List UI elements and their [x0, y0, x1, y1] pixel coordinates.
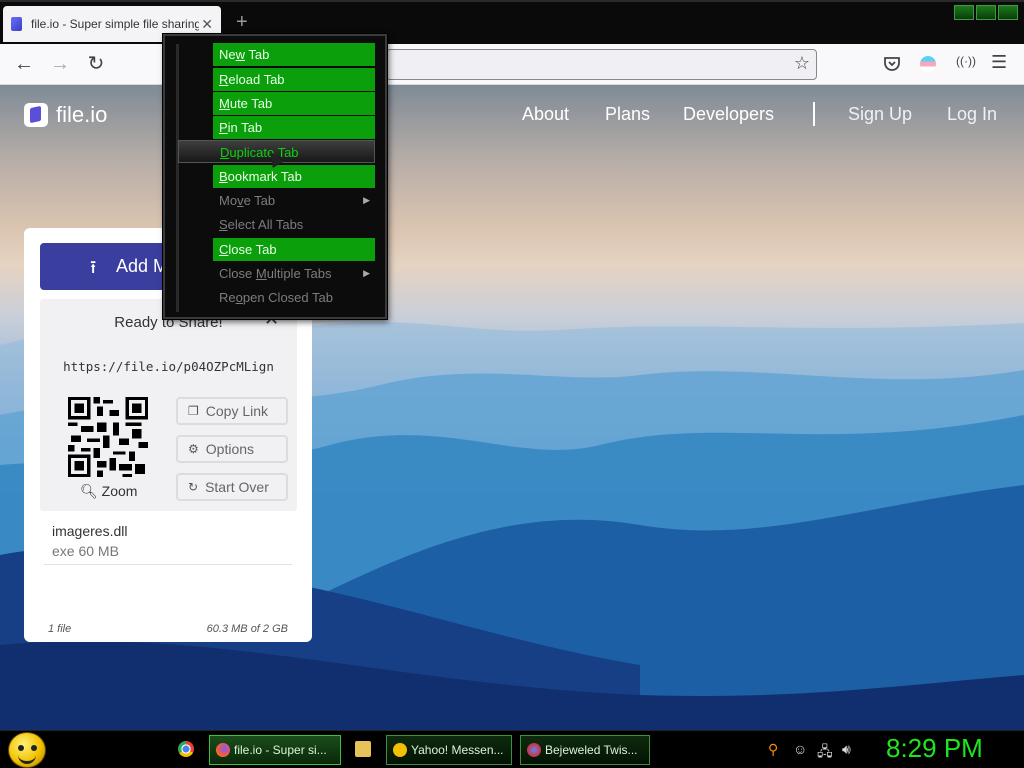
nav-plans[interactable]: Plans: [605, 104, 650, 125]
back-button[interactable]: ←: [12, 52, 36, 76]
site-header: file.io About Plans Developers Sign Up L…: [0, 85, 1024, 143]
menu-item-label: Move Tab: [219, 193, 276, 208]
screen: file.io - Super simple file sharing ✕ + …: [0, 0, 1024, 768]
nav-separator: [813, 102, 815, 126]
bookmark-star-icon[interactable]: ☆: [794, 53, 810, 74]
options-label: Options: [205, 441, 255, 457]
share-link[interactable]: https://file.io/p04OZPcMLign: [40, 359, 297, 374]
add-files-label: Add M: [116, 256, 169, 276]
menu-item-close-tab[interactable]: Close Tab: [213, 238, 375, 261]
file-io-favicon-icon: [11, 17, 22, 31]
nav-toolbar: ← → ↻ ☆ ((·)) ☰: [0, 44, 1024, 85]
tab-close-icon[interactable]: ✕: [201, 16, 213, 33]
window-controls: [954, 5, 1018, 20]
new-tab-button[interactable]: +: [236, 12, 248, 32]
menu-item-label: Reopen Closed Tab: [219, 290, 333, 305]
menu-item-new-tab[interactable]: New Tab: [213, 43, 375, 66]
folder-icon[interactable]: [355, 741, 371, 757]
copy-icon: ❐: [188, 404, 199, 418]
menu-item-label: Pin Tab: [219, 120, 263, 135]
maximize-button[interactable]: [976, 5, 996, 20]
logo-text: file.io: [56, 102, 108, 127]
menu-item-label: Reload Tab: [219, 72, 285, 87]
submenu-arrow-icon: ▶: [363, 195, 370, 205]
task-bejeweled[interactable]: Bejeweled Twis...: [520, 735, 650, 765]
start-over-button[interactable]: ↻ Start Over: [176, 473, 288, 501]
search-icon[interactable]: ⚲: [768, 741, 778, 758]
network-icon[interactable]: 🖧︎: [817, 741, 833, 765]
forward-button[interactable]: →: [48, 52, 72, 76]
file-name: imageres.dll: [52, 523, 128, 539]
zoom-link[interactable]: 🔍︎ Zoom: [80, 483, 137, 500]
menu-item-label: Duplicate Tab: [220, 145, 299, 160]
menu-item-bookmark-tab[interactable]: Bookmark Tab: [213, 165, 375, 188]
menu-item-label: Mute Tab: [219, 96, 273, 111]
file-io-logo-icon: [24, 103, 48, 127]
site-logo[interactable]: file.io: [24, 102, 107, 128]
menu-item-mute-tab[interactable]: Mute Tab: [213, 92, 375, 115]
task-yahoo-messenger[interactable]: Yahoo! Messen...: [386, 735, 512, 765]
menu-item-label: Close Multiple Tabs: [219, 266, 332, 281]
file-meta: exe 60 MB: [52, 543, 119, 559]
nav-about[interactable]: About: [522, 104, 569, 125]
clock[interactable]: 8:29 PM: [886, 733, 983, 764]
hamburger-menu-icon[interactable]: ☰: [991, 52, 1007, 73]
task-bejeweled-label: Bejeweled Twis...: [545, 743, 638, 757]
task-firefox-label: file.io - Super si...: [234, 743, 327, 757]
menu-item-move-tab: Move Tab ▶: [213, 189, 375, 212]
zoom-label: Zoom: [101, 483, 138, 499]
menu-item-reopen-closed-tab: Reopen Closed Tab: [213, 286, 375, 309]
nav-log-in[interactable]: Log In: [947, 104, 997, 125]
task-firefox[interactable]: file.io - Super si...: [209, 735, 341, 765]
nav-sign-up[interactable]: Sign Up: [848, 104, 912, 125]
tab-strip: file.io - Super simple file sharing ✕ +: [0, 0, 1024, 44]
share-panel: Ready to Share! ✕ https://file.io/p04OZP…: [40, 299, 297, 511]
menu-item-close-multiple-tabs: Close Multiple Tabs ▶: [213, 262, 375, 285]
options-button[interactable]: ⚙ Options: [176, 435, 288, 463]
messenger-tray-icon[interactable]: ☺: [793, 741, 807, 757]
cast-icon[interactable]: ((·)): [956, 54, 976, 68]
yahoo-smiley-icon: [393, 743, 407, 757]
upload-icon: ⭱: [90, 257, 97, 277]
tab-title: file.io - Super simple file sharing: [31, 17, 200, 31]
divider: [44, 564, 292, 565]
menu-item-reload-tab[interactable]: Reload Tab: [213, 68, 375, 91]
menu-item-label: Select All Tabs: [219, 217, 304, 232]
firefox-icon: [216, 743, 230, 757]
chrome-icon[interactable]: [178, 741, 194, 757]
bejeweled-gem-icon: [527, 743, 541, 757]
gear-icon: ⚙: [188, 442, 199, 456]
menu-gutter: [176, 44, 179, 312]
web-page: file.io About Plans Developers Sign Up L…: [0, 85, 1024, 730]
refresh-icon: ↻: [188, 480, 199, 494]
close-window-button[interactable]: [998, 5, 1018, 20]
start-over-label: Start Over: [205, 479, 269, 495]
menu-item-pin-tab[interactable]: Pin Tab: [213, 116, 375, 139]
volume-icon[interactable]: 🔊︎: [842, 741, 851, 758]
add-files-button[interactable]: ⭱ Add M: [40, 243, 170, 290]
extension-flag-icon[interactable]: [920, 56, 936, 72]
menu-item-label: New Tab: [219, 47, 270, 62]
menu-item-label: Close Tab: [219, 242, 277, 257]
minimize-button[interactable]: [954, 5, 974, 20]
tab-context-menu: New Tab Reload Tab Mute Tab Pin Tab Duplicat…: [163, 34, 387, 319]
start-smiley-icon[interactable]: [8, 732, 46, 768]
copy-link-label: Copy Link: [205, 403, 269, 419]
reload-button[interactable]: ↻: [84, 52, 108, 76]
submenu-arrow-icon: ▶: [363, 268, 370, 278]
menu-item-label: Bookmark Tab: [219, 169, 302, 184]
pocket-icon[interactable]: [883, 56, 901, 72]
copy-link-button[interactable]: ❐ Copy Link: [176, 397, 288, 425]
file-count: 1 file: [48, 623, 72, 635]
task-yahoo-label: Yahoo! Messen...: [411, 743, 504, 757]
magnifier-icon: 🔍︎: [80, 483, 98, 499]
storage-usage: 60.3 MB of 2 GB: [206, 623, 288, 635]
menu-item-select-all-tabs: Select All Tabs: [213, 213, 375, 236]
address-bar[interactable]: ☆: [386, 49, 817, 80]
qr-code[interactable]: [68, 397, 148, 477]
nav-developers[interactable]: Developers: [683, 104, 774, 125]
taskbar: file.io - Super si... Yahoo! Messen... B…: [0, 730, 1024, 768]
